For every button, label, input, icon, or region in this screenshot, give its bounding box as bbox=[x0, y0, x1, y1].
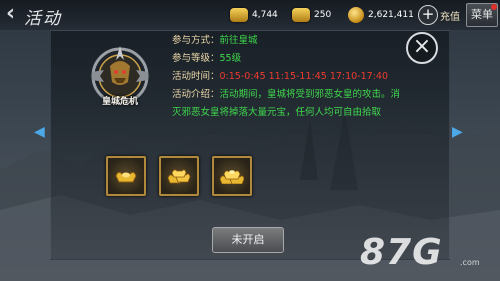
activity-info: 参与方式：前往皇城 参与等级：55级 活动时间：0:15-0:45 11:15-… bbox=[172, 32, 404, 137]
resource-coin: 2,621,411 bbox=[348, 6, 414, 24]
ingot-pile-icon bbox=[167, 169, 191, 184]
recharge-button[interactable]: 充值 bbox=[440, 8, 460, 23]
reward-slot[interactable] bbox=[212, 156, 252, 196]
info-row-intro: 活动介绍：活动期间，皇城将受到邪恶女皇的攻击。消灭邪恶女皇将掉落大量元宝，任何人… bbox=[172, 89, 401, 118]
plus-icon[interactable]: + bbox=[418, 5, 438, 25]
resource-gold-ingot: 4,744 bbox=[230, 6, 278, 24]
prev-arrow-icon[interactable]: ◀ bbox=[34, 124, 45, 140]
gold-stack-count: 250 bbox=[314, 10, 332, 20]
not-started-button[interactable]: 未开启 bbox=[212, 227, 284, 253]
coin-icon bbox=[348, 7, 364, 23]
next-arrow-icon[interactable]: ▶ bbox=[452, 124, 463, 140]
reward-list bbox=[106, 156, 252, 196]
watermark-logo: 87G bbox=[360, 232, 443, 273]
info-row-level: 参与等级：55级 bbox=[172, 53, 242, 64]
info-row-time: 活动时间：0:15-0:45 11:15-11:45 17:10-17:40 bbox=[172, 71, 389, 82]
reward-slot[interactable] bbox=[159, 156, 199, 196]
close-icon[interactable]: × bbox=[406, 32, 438, 64]
watermark-suffix: .com bbox=[460, 258, 480, 267]
page-title: 活动 bbox=[24, 9, 62, 29]
gold-ingot-count: 4,744 bbox=[252, 10, 278, 20]
large-ingot-pile-icon bbox=[220, 170, 244, 184]
gold-ingot-icon bbox=[230, 8, 248, 22]
small-ingot-icon bbox=[115, 171, 137, 183]
back-chevron-icon[interactable]: ‹ bbox=[6, 3, 24, 25]
gold-stack-icon bbox=[292, 8, 310, 22]
notification-dot bbox=[491, 4, 497, 10]
coin-count: 2,621,411 bbox=[368, 10, 414, 20]
info-row-method: 参与方式：前往皇城 bbox=[172, 35, 258, 46]
reward-slot[interactable] bbox=[106, 156, 146, 196]
resource-gold-stack: 250 bbox=[292, 6, 331, 24]
emblem-label: 皇城危机 bbox=[101, 97, 138, 107]
top-bar: ‹ 活动 4,744 250 2,621,411 + 充值 菜单 bbox=[0, 0, 500, 30]
